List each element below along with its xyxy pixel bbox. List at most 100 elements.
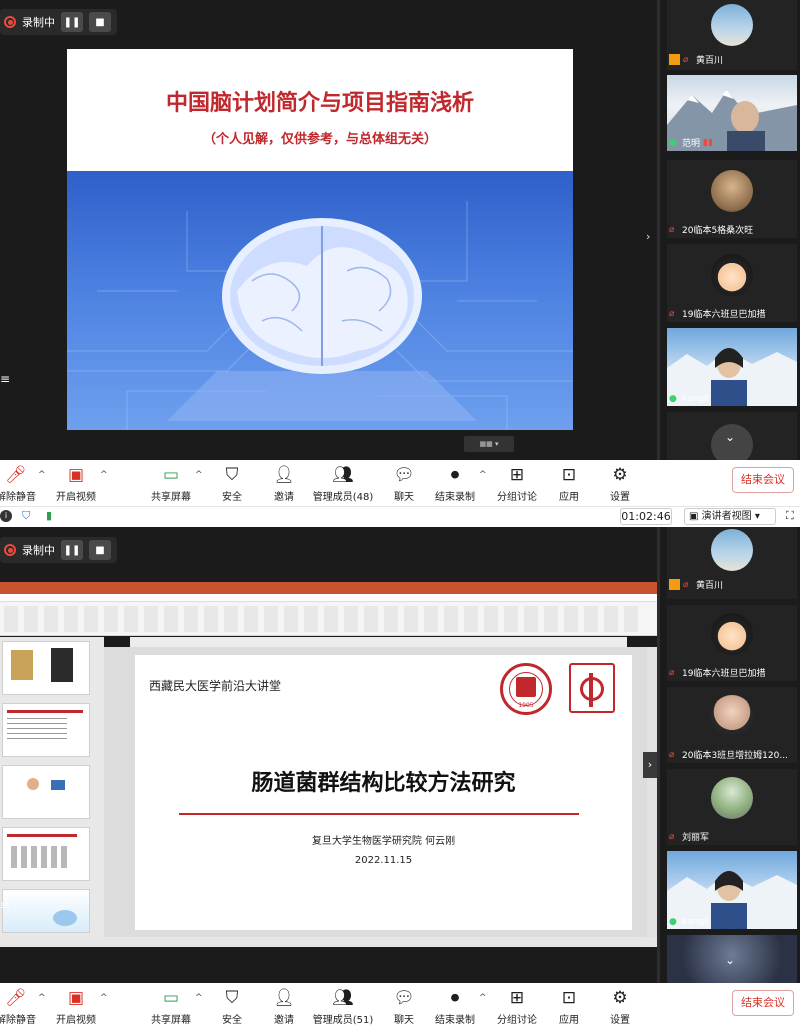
- chevron-down-icon[interactable]: ⌄: [725, 430, 735, 444]
- participant-tile[interactable]: ⌀ 19临本六班旦巴加措: [667, 244, 797, 322]
- pause-recording-button[interactable]: ❚❚: [61, 540, 83, 560]
- chevron-up-icon[interactable]: ^: [195, 470, 203, 480]
- presentation-slide-top: 中国脑计划简介与项目指南浅析 （个人见解，仅供参考，与总体组无关）: [67, 49, 573, 430]
- stop-recording-toolbar-button[interactable]: ⏺ 结束录制: [427, 985, 483, 1026]
- stop-recording-button[interactable]: ■: [89, 12, 111, 32]
- mic-muted-icon: ⌀: [669, 749, 675, 760]
- stop-recording-toolbar-button[interactable]: ⏺ 结束录制: [427, 462, 483, 503]
- slide-thumbnail[interactable]: [2, 889, 90, 933]
- participant-tile[interactable]: ⌄: [667, 935, 797, 985]
- chat-button[interactable]: 💬︎ 聊天: [376, 462, 432, 503]
- mic-muted-icon: ⌀: [683, 54, 689, 65]
- share-screen-button[interactable]: ▭ 共享屏幕: [143, 462, 199, 503]
- pause-recording-button[interactable]: ❚❚: [61, 12, 83, 32]
- left-menu-icon[interactable]: ≡: [0, 372, 10, 386]
- thumb-image: [51, 780, 65, 790]
- presentation-slide-bottom: 西藏民大医学前沿大讲堂 1905 肠道菌群结构比较方法研究 复旦大学生物医学研究…: [135, 655, 632, 930]
- button-label: 分组讨论: [497, 492, 537, 503]
- ppt-scrollbar[interactable]: [647, 647, 657, 937]
- ppt-edit-canvas: 西藏民大医学前沿大讲堂 1905 肠道菌群结构比较方法研究 复旦大学生物医学研究…: [104, 647, 647, 937]
- unmute-button[interactable]: 🎤︎ 解除静音: [0, 462, 44, 503]
- button-label: 共享屏幕: [151, 492, 191, 503]
- start-video-button[interactable]: ▣ 开启视频: [48, 462, 104, 503]
- chevron-down-icon[interactable]: ⌄: [725, 953, 735, 967]
- chevron-up-icon[interactable]: ^: [195, 993, 203, 1003]
- breakout-button[interactable]: ⊞ 分组讨论: [489, 985, 545, 1026]
- manage-participants-button[interactable]: 👥︎ 管理成员(48): [312, 462, 374, 503]
- participant-tile[interactable]: ⌀ 19临本六班旦巴加措: [667, 605, 797, 681]
- participant-tile[interactable]: ⌀ 刘丽军: [667, 769, 797, 845]
- view-mode-selector[interactable]: ▣ 演讲者视图 ▾: [684, 508, 776, 525]
- invite-button[interactable]: 👤︎ 邀请: [256, 462, 312, 503]
- manage-participants-button[interactable]: 👥︎ 管理成员(51): [312, 985, 374, 1026]
- apps-button[interactable]: ⊡ 应用: [541, 462, 597, 503]
- button-label: 邀请: [274, 1015, 294, 1026]
- shield-icon: ⛉: [225, 988, 239, 1008]
- chevron-up-icon[interactable]: ^: [479, 470, 487, 480]
- left-menu-icon[interactable]: ≡: [0, 898, 10, 912]
- settings-button[interactable]: ⚙ 设置: [592, 462, 648, 503]
- apps-icon: ⊡: [561, 988, 577, 1008]
- security-button[interactable]: ⛉ 安全: [204, 985, 260, 1026]
- recording-indicator: 录制中 ❚❚ ■: [0, 9, 117, 35]
- view-switch-control[interactable]: ▦▦ ▾: [464, 436, 514, 452]
- chevron-up-icon[interactable]: ^: [100, 993, 108, 1003]
- title-underline: [179, 813, 579, 815]
- screenshot-root: 录制中 ❚❚ ■ 中国脑计划简介与项目指南浅析 （个人见解，仅供参考，与总体组无…: [0, 0, 800, 1027]
- slide-thumbnail[interactable]: [2, 703, 90, 757]
- end-meeting-button[interactable]: 结束会议: [732, 467, 794, 493]
- slide-author: 复旦大学生物医学研究院 何云刚: [311, 836, 456, 847]
- signal-icon[interactable]: ▮: [46, 509, 52, 522]
- participant-tile[interactable]: ⌀ 黄百川: [667, 527, 797, 599]
- shield-icon[interactable]: ⛉: [22, 509, 30, 523]
- security-button[interactable]: ⛉ 安全: [204, 462, 260, 503]
- chevron-up-icon[interactable]: ^: [100, 470, 108, 480]
- slide-header: 中国脑计划简介与项目指南浅析 （个人见解，仅供参考，与总体组无关）: [67, 49, 573, 171]
- avatar: [711, 777, 753, 819]
- invite-button[interactable]: 👤︎ 邀请: [256, 985, 312, 1026]
- button-label: 设置: [610, 492, 630, 503]
- shared-screen-top: 录制中 ❚❚ ■ 中国脑计划简介与项目指南浅析 （个人见解，仅供参考，与总体组无…: [0, 0, 657, 460]
- chat-icon: 💬︎: [393, 465, 415, 485]
- breakout-button[interactable]: ⊞ 分组讨论: [489, 462, 545, 503]
- mic-muted-icon: ⌀: [669, 831, 675, 842]
- ribbon-tabs: [0, 594, 657, 602]
- add-user-icon: 👤︎: [273, 465, 295, 485]
- participant-name: 19临本六班旦巴加措: [682, 669, 766, 679]
- share-screen-button[interactable]: ▭ 共享屏幕: [143, 985, 199, 1026]
- chat-button[interactable]: 💬︎ 聊天: [376, 985, 432, 1026]
- chevron-up-icon[interactable]: ^: [38, 470, 46, 480]
- apps-button[interactable]: ⊡ 应用: [541, 985, 597, 1026]
- start-video-button[interactable]: ▣ 开启视频: [48, 985, 104, 1026]
- chevron-up-icon[interactable]: ^: [38, 993, 46, 1003]
- mic-muted-icon: ⌀: [669, 667, 675, 678]
- collapse-panel-arrow[interactable]: ›: [643, 752, 657, 778]
- fullscreen-icon[interactable]: ⛶: [786, 509, 794, 523]
- chevron-up-icon[interactable]: ^: [479, 993, 487, 1003]
- collapse-panel-arrow[interactable]: ›: [646, 230, 650, 243]
- button-label: 设置: [610, 1015, 630, 1026]
- recording-label: 录制中: [22, 544, 55, 557]
- stop-recording-button[interactable]: ■: [89, 540, 111, 560]
- participant-tile[interactable]: ⌀ 20临本3班旦增拉姆120...: [667, 687, 797, 763]
- participant-tile[interactable]: ⌀ 20临本5格桑次旺: [667, 160, 797, 238]
- slide-thumbnail[interactable]: [2, 827, 90, 881]
- button-label: 解除静音: [0, 1015, 36, 1026]
- end-meeting-button[interactable]: 结束会议: [732, 990, 794, 1016]
- participant-tile[interactable]: ● kangll: [667, 851, 797, 929]
- button-label: 结束录制: [435, 492, 475, 503]
- participant-name: 刘丽军: [682, 833, 710, 843]
- ppt-ruler: [130, 637, 627, 647]
- participant-tile[interactable]: ● 范明 ▮▮: [667, 75, 797, 151]
- unmute-button[interactable]: 🎤︎ 解除静音: [0, 985, 44, 1026]
- slide-thumbnail[interactable]: [2, 641, 90, 695]
- info-icon[interactable]: i: [0, 510, 12, 522]
- settings-button[interactable]: ⚙ 设置: [592, 985, 648, 1026]
- participant-panel-top: ⌀ 黄百川 ● 范明 ▮▮ ⌀ 20临本5格桑次旺 ⌀ 19临本六班旦巴加措 ●…: [660, 0, 800, 460]
- thumb-heading: [7, 710, 83, 713]
- participant-name: 19临本六班旦巴加措: [682, 310, 766, 320]
- participant-tile[interactable]: ● kangll: [667, 328, 797, 406]
- slide-thumbnail[interactable]: [2, 765, 90, 819]
- participant-tile[interactable]: ⌄: [667, 412, 797, 460]
- participant-tile[interactable]: ⌀ 黄百川: [667, 0, 797, 70]
